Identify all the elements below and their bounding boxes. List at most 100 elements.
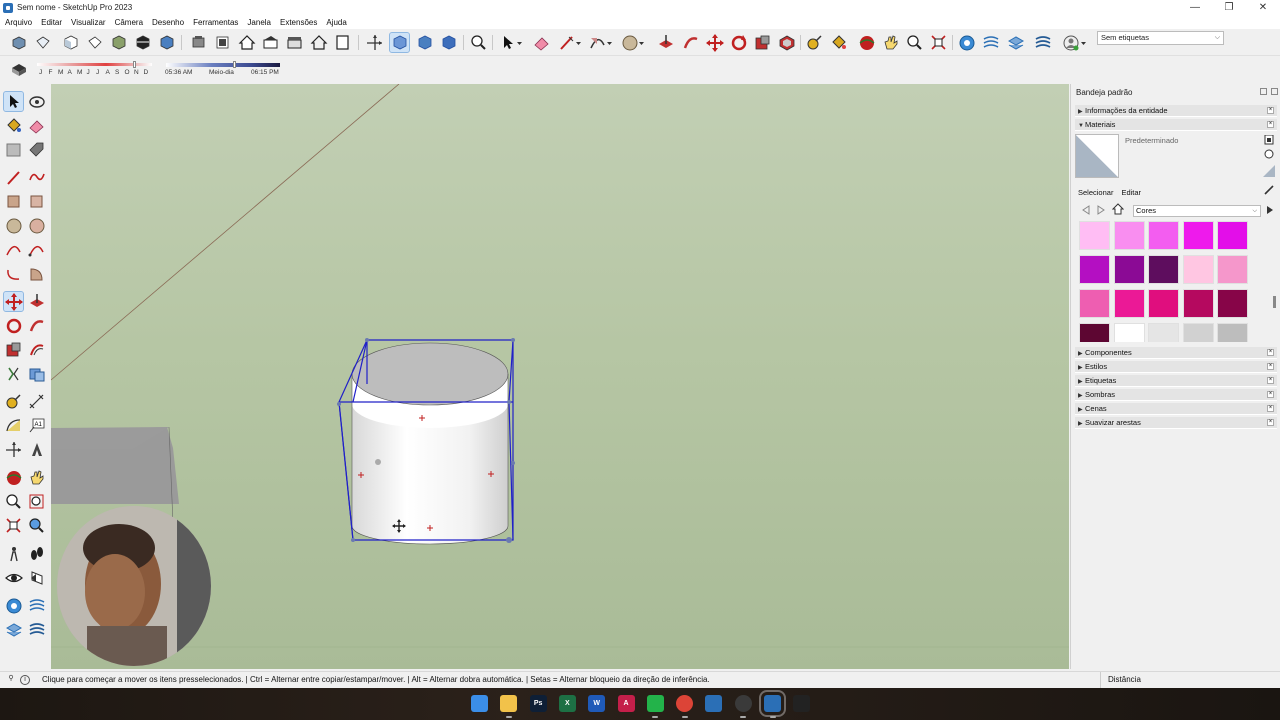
back-edges-icon[interactable] <box>415 33 434 52</box>
back-arrow-icon[interactable] <box>1081 204 1091 218</box>
zoom-extents-icon[interactable] <box>4 516 23 535</box>
zoom-extents-icon[interactable] <box>929 33 948 52</box>
rectangle-tool-icon[interactable] <box>4 192 23 211</box>
previous-view-icon[interactable] <box>27 516 46 535</box>
sandbox-scratch-icon[interactable] <box>1006 33 1025 52</box>
restore-button[interactable]: ❐ <box>1212 0 1246 15</box>
material-swatch[interactable] <box>1148 221 1179 250</box>
house-outline-icon[interactable] <box>309 33 328 52</box>
make-component-icon[interactable] <box>4 140 23 159</box>
rotate-tool-icon[interactable] <box>4 316 23 335</box>
sandbox-smoove-icon[interactable] <box>4 620 23 639</box>
close-button[interactable]: ✕ <box>1246 0 1280 15</box>
orbit-tool-icon[interactable] <box>27 92 46 111</box>
circle-tool-icon[interactable] <box>4 216 23 235</box>
scale-tool-icon[interactable] <box>753 33 772 52</box>
tab-selecionar[interactable]: Selecionar <box>1078 188 1113 197</box>
library-dropdown[interactable]: Cores ⌵ <box>1133 205 1261 217</box>
panel-materials[interactable]: ▼Materiais × <box>1075 119 1277 131</box>
panel-entity-info[interactable]: ▶ Informações da entidade × <box>1075 105 1277 117</box>
axes-tool-icon[interactable] <box>4 440 23 459</box>
chrome-icon[interactable] <box>676 695 694 712</box>
move-tool-icon[interactable] <box>705 33 724 52</box>
panel-close-icon[interactable]: × <box>1267 419 1274 426</box>
section-plane-tool-icon[interactable] <box>27 568 46 587</box>
line-tool-icon[interactable] <box>4 168 23 187</box>
arc-dropdown-chevron-icon[interactable] <box>606 33 614 52</box>
tray-pin-icon[interactable] <box>1260 88 1267 95</box>
windows-start-icon[interactable] <box>471 695 488 712</box>
home-icon[interactable] <box>1111 203 1125 217</box>
photoshop-icon[interactable]: Ps <box>529 695 547 712</box>
material-swatch[interactable] <box>1079 255 1110 284</box>
shape-dropdown-chevron-icon[interactable] <box>638 33 646 52</box>
time-slider-thumb[interactable] <box>233 61 237 68</box>
media-icon[interactable] <box>793 695 811 712</box>
menu-desenho[interactable]: Desenho <box>152 18 184 27</box>
push-pull-icon[interactable] <box>27 292 46 311</box>
menu-ajuda[interactable]: Ajuda <box>326 18 346 27</box>
sandbox-contours-icon[interactable] <box>4 596 23 615</box>
material-swatch[interactable] <box>1148 255 1179 284</box>
solid-tools-icon[interactable] <box>27 364 46 383</box>
material-swatch[interactable] <box>1148 289 1179 318</box>
orbit-icon[interactable] <box>857 33 876 52</box>
components-share-icon[interactable] <box>285 33 304 52</box>
axes-move-icon[interactable] <box>365 33 384 52</box>
sandbox-scratch-icon[interactable] <box>27 596 46 615</box>
material-swatch[interactable] <box>1217 323 1248 342</box>
two-point-arc-icon[interactable] <box>27 240 46 259</box>
tags-dropdown[interactable]: Sem etiquetas ⌵ <box>1097 31 1224 45</box>
text-tool-icon[interactable]: A1 <box>27 416 46 435</box>
panel-close-icon[interactable]: × <box>1267 391 1274 398</box>
tag-icon[interactable] <box>27 140 46 159</box>
panel-componentes[interactable]: ▶ Componentes × <box>1075 347 1277 359</box>
zoom-tool-icon[interactable] <box>4 492 23 511</box>
select-tool-icon[interactable] <box>3 91 24 112</box>
panel-close-icon[interactable]: × <box>1267 349 1274 356</box>
tray-close-icon[interactable] <box>1271 88 1278 95</box>
panel-close-icon[interactable]: × <box>1267 363 1274 370</box>
sketchup-a-icon[interactable] <box>705 695 723 712</box>
warehouse-share-icon[interactable] <box>261 33 280 52</box>
pie-tool-icon[interactable] <box>27 264 46 283</box>
material-swatch[interactable] <box>1217 289 1248 318</box>
tape-measure-icon[interactable] <box>805 33 824 52</box>
panel-close-icon[interactable]: × <box>1267 377 1274 384</box>
swatch-scrollbar[interactable] <box>1273 220 1277 342</box>
sketchup-b-icon[interactable] <box>759 690 786 717</box>
menu-janela[interactable]: Janela <box>247 18 271 27</box>
material-swatch[interactable] <box>1113 255 1145 284</box>
material-swatch[interactable] <box>1113 221 1145 250</box>
offset-tool-icon[interactable] <box>777 33 796 52</box>
dimension-tool-icon[interactable] <box>27 392 46 411</box>
panel-close-icon[interactable]: × <box>1267 107 1274 114</box>
account-dropdown-chevron-icon[interactable] <box>1080 33 1088 52</box>
tab-editar[interactable]: Editar <box>1121 188 1141 197</box>
iso-view-icon[interactable] <box>9 33 28 52</box>
circle-tool-icon[interactable] <box>620 33 639 52</box>
solid-tools-icon[interactable] <box>957 33 976 52</box>
panel-suavizar-arestas[interactable]: ▶ Suavizar arestas × <box>1075 417 1277 429</box>
panel-close-icon[interactable]: × <box>1267 121 1274 128</box>
rotate-tool-icon[interactable] <box>729 33 748 52</box>
affinity-icon[interactable]: A <box>617 695 635 712</box>
shadow-toggle-icon[interactable] <box>9 60 29 79</box>
freehand-tool-icon[interactable] <box>27 168 46 187</box>
account-profile-icon[interactable] <box>1061 33 1080 52</box>
pan-hand-icon[interactable] <box>881 33 900 52</box>
arc-tool-icon[interactable] <box>4 240 23 259</box>
protractor-icon[interactable] <box>4 416 23 435</box>
line-dropdown-chevron-icon[interactable] <box>575 33 583 52</box>
three-point-arc-icon[interactable] <box>4 264 23 283</box>
menu-editar[interactable]: Editar <box>41 18 62 27</box>
geolocation-icon[interactable]: ⚲ <box>6 675 16 685</box>
layout-icon[interactable] <box>333 33 352 52</box>
position-camera-icon[interactable] <box>4 544 23 563</box>
flip-tool-icon[interactable] <box>4 364 23 383</box>
shaded-textures-icon[interactable] <box>157 33 176 52</box>
time-slider[interactable] <box>166 63 280 67</box>
zoom-tool-icon[interactable] <box>905 33 924 52</box>
file-explorer-icon[interactable] <box>500 695 518 712</box>
material-swatch[interactable] <box>1113 289 1145 318</box>
